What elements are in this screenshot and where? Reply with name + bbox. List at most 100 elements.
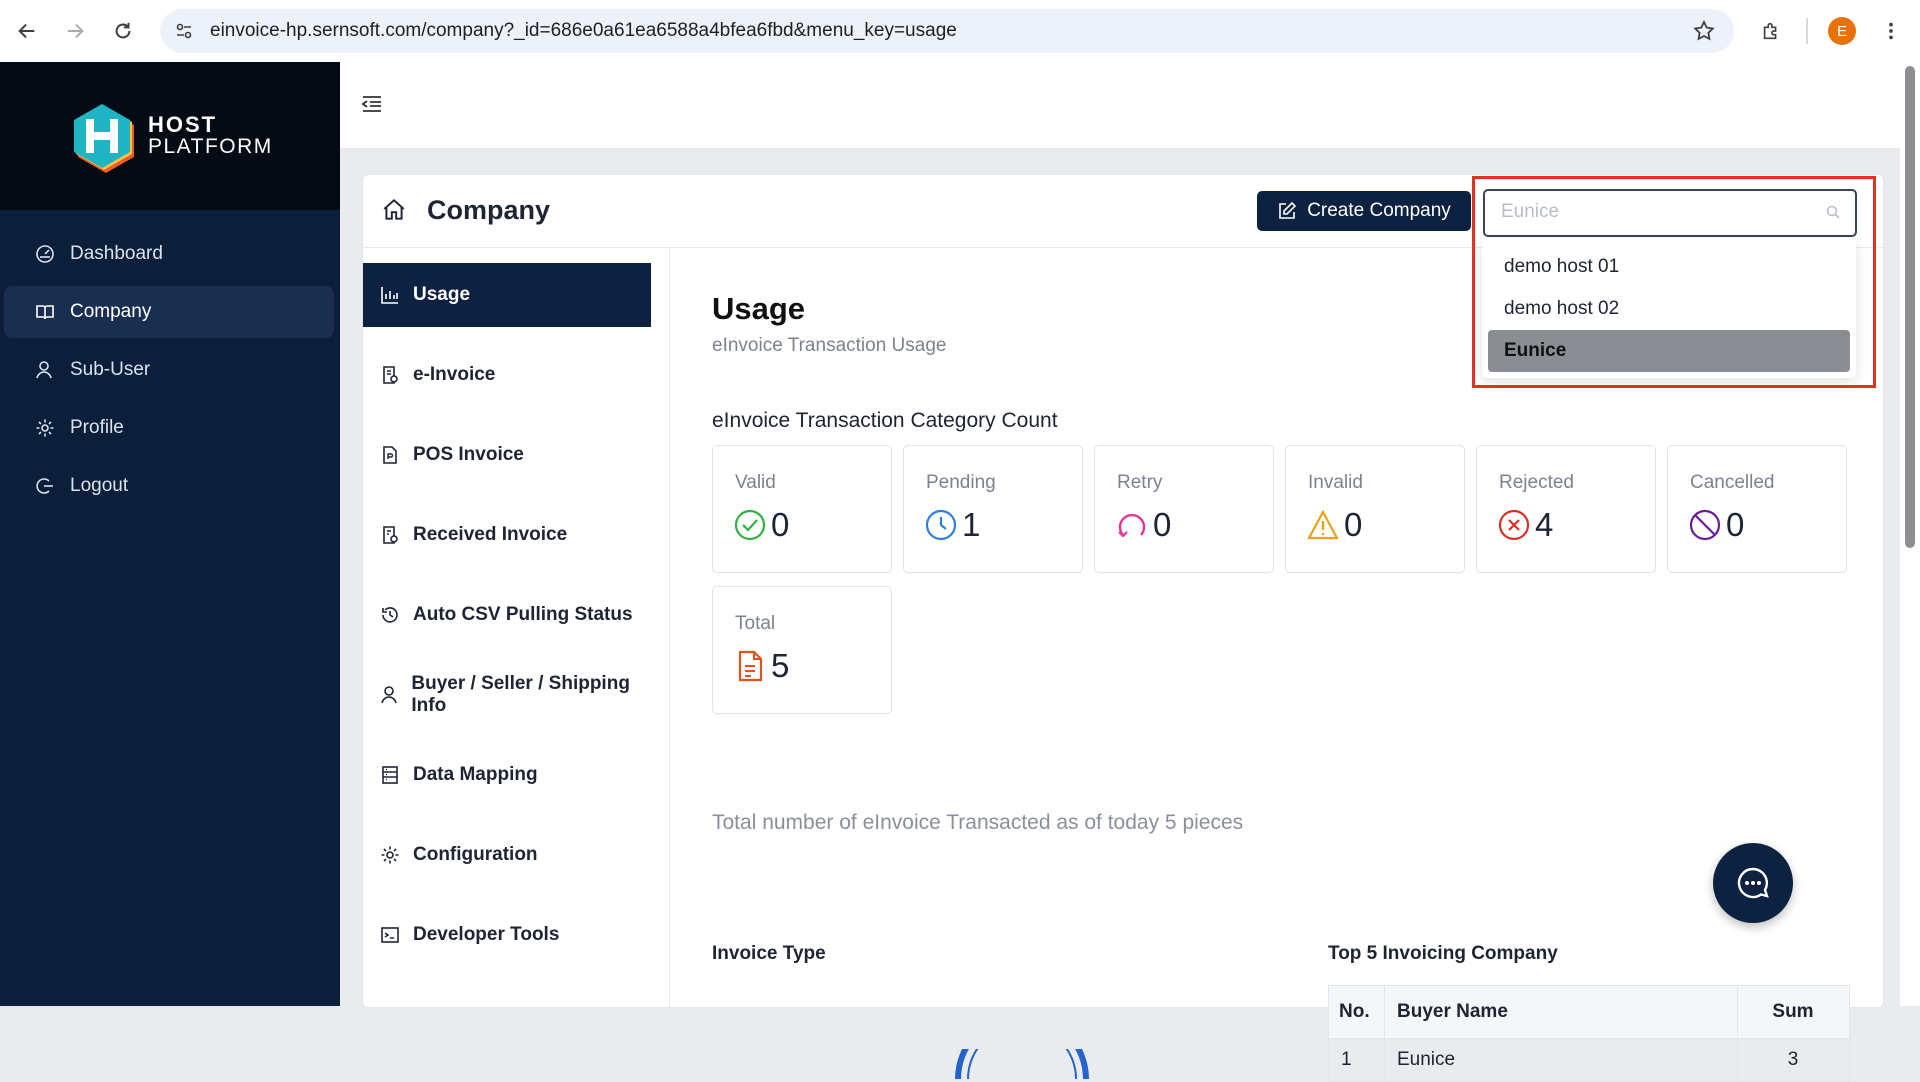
extensions-button[interactable] [1754, 14, 1788, 48]
stat-card-invalid: Invalid 0 [1285, 445, 1465, 573]
menu-fold-icon[interactable] [360, 92, 384, 121]
stat-value: 0 [1344, 506, 1363, 543]
stat-label: Retry [1117, 472, 1163, 493]
chat-button[interactable] [1713, 843, 1793, 923]
top-bar [340, 62, 1900, 148]
user-icon [34, 359, 56, 381]
invoice-icon [379, 364, 401, 386]
x-circle-icon [1498, 509, 1530, 541]
logo[interactable]: HOST PLATFORM [0, 62, 340, 210]
clock-icon [925, 509, 957, 541]
gear-icon [34, 417, 56, 439]
reload-button[interactable] [106, 14, 140, 48]
document-icon [738, 650, 763, 682]
subnav-label: Data Mapping [413, 764, 538, 785]
top5-company-table: No. Buyer Name Sum 1 Eunice 3 [1328, 985, 1850, 1082]
sidebar-item-label: Logout [70, 475, 129, 496]
subnav-item-auto-csv-pulling-status[interactable]: Auto CSV Pulling Status [363, 583, 651, 647]
highlight-annotation [1472, 176, 1876, 388]
stat-label: Pending [926, 472, 996, 493]
database-icon [379, 764, 401, 786]
create-company-button[interactable]: Create Company [1257, 191, 1471, 231]
subnav-label: Received Invoice [413, 524, 568, 545]
stat-label: Total [735, 613, 776, 634]
sidebar-item-sub-user[interactable]: Sub-User [4, 344, 334, 396]
ban-icon [1689, 509, 1721, 541]
invoice-type-title: Invoice Type [712, 943, 826, 964]
bookmark-star-icon[interactable] [1692, 19, 1716, 48]
warning-icon [1307, 509, 1339, 540]
subnav-label: POS Invoice [413, 444, 524, 465]
back-button[interactable] [10, 14, 44, 48]
subnav-label: Configuration [413, 844, 538, 865]
subnav-item-buyer-seller-shipping-info[interactable]: Buyer / Seller / Shipping Info [363, 663, 651, 727]
code-icon [379, 924, 401, 946]
subnav-item-usage[interactable]: Usage [363, 263, 651, 327]
top5-company-title: Top 5 Invoicing Company [1328, 943, 1558, 964]
address-bar[interactable]: einvoice-hp.sernsoft.com/company?_id=686… [160, 9, 1734, 53]
sidebar-item-company[interactable]: Company [4, 286, 334, 338]
create-company-label: Create Company [1307, 200, 1451, 221]
sidebar-item-label: Company [70, 301, 152, 322]
user-icon [379, 684, 399, 706]
column-header-buyer-name: Buyer Name [1384, 985, 1738, 1039]
stat-label: Invalid [1308, 472, 1363, 493]
subnav-item-pos-invoice[interactable]: POS Invoice [363, 423, 651, 487]
sidebar-item-dashboard[interactable]: Dashboard [4, 228, 334, 280]
subnav-label: Usage [413, 284, 471, 305]
stat-value: 0 [1726, 506, 1745, 543]
subnav-item-developer-tools[interactable]: Developer Tools [363, 903, 651, 967]
stat-value: 0 [1153, 506, 1172, 543]
cell-no: 1 [1328, 1038, 1385, 1082]
retry-icon [1118, 513, 1146, 538]
history-icon [379, 604, 401, 626]
subnav-label: Developer Tools [413, 924, 560, 945]
browser-menu-button[interactable] [1874, 14, 1908, 48]
book-icon [34, 301, 56, 323]
sidebar-item-label: Dashboard [70, 243, 163, 264]
cell-buyer-name: Eunice [1384, 1038, 1738, 1082]
subnav-item-configuration[interactable]: Configuration [363, 823, 651, 887]
file-icon [379, 444, 401, 466]
stat-card-valid: Valid 0 [712, 445, 892, 573]
toolbar-divider [1806, 18, 1808, 44]
stat-value: 4 [1535, 506, 1554, 543]
table-row: 1 Eunice 3 [1328, 1038, 1850, 1082]
url-text[interactable]: einvoice-hp.sernsoft.com/company?_id=686… [210, 20, 957, 42]
forward-button[interactable] [58, 14, 92, 48]
subnav-item-e-invoice[interactable]: e-Invoice [363, 343, 651, 407]
stat-label: Valid [735, 472, 776, 493]
chat-icon [1737, 867, 1769, 899]
cell-sum: 3 [1737, 1038, 1850, 1082]
usage-subtitle: eInvoice Transaction Usage [712, 335, 947, 356]
subnav-label: Buyer / Seller / Shipping Info [411, 673, 630, 716]
sidebar-menu: Dashboard Company Sub-User Profile Logou… [0, 210, 340, 512]
subnav-item-received-invoice[interactable]: Received Invoice [363, 503, 651, 567]
reload-icon [115, 22, 131, 39]
subnav-item-data-mapping[interactable]: Data Mapping [363, 743, 651, 807]
check-circle-icon [734, 509, 766, 541]
stat-value: 5 [771, 647, 790, 684]
puzzle-icon [1763, 22, 1777, 40]
stat-value: 1 [962, 506, 981, 543]
usage-title: Usage [712, 291, 806, 326]
stat-value: 0 [771, 506, 790, 543]
company-subnav: Usage e-Invoice POS Invoice Received Inv… [363, 247, 670, 1007]
edit-icon [1279, 201, 1297, 219]
sidebar-item-label: Profile [70, 417, 124, 438]
stat-card-retry: Retry 0 [1094, 445, 1274, 573]
total-transacted-note: Total number of eInvoice Transacted as o… [712, 811, 1244, 834]
sidebar-item-profile[interactable]: Profile [4, 402, 334, 454]
sidebar-item-logout[interactable]: Logout [4, 460, 334, 512]
column-header-no: No. [1328, 985, 1385, 1039]
kebab-menu-icon [1889, 22, 1893, 40]
stat-card-rejected: Rejected 4 [1476, 445, 1656, 573]
column-header-sum: Sum [1737, 985, 1850, 1039]
category-count-title: eInvoice Transaction Category Count [712, 409, 1058, 432]
table-header-row: No. Buyer Name Sum [1328, 985, 1850, 1039]
profile-avatar[interactable]: E [1828, 17, 1856, 45]
site-settings-icon[interactable] [170, 17, 198, 45]
gear-icon [379, 844, 401, 866]
scrollbar-thumb[interactable] [1905, 66, 1915, 548]
home-icon [381, 197, 407, 228]
